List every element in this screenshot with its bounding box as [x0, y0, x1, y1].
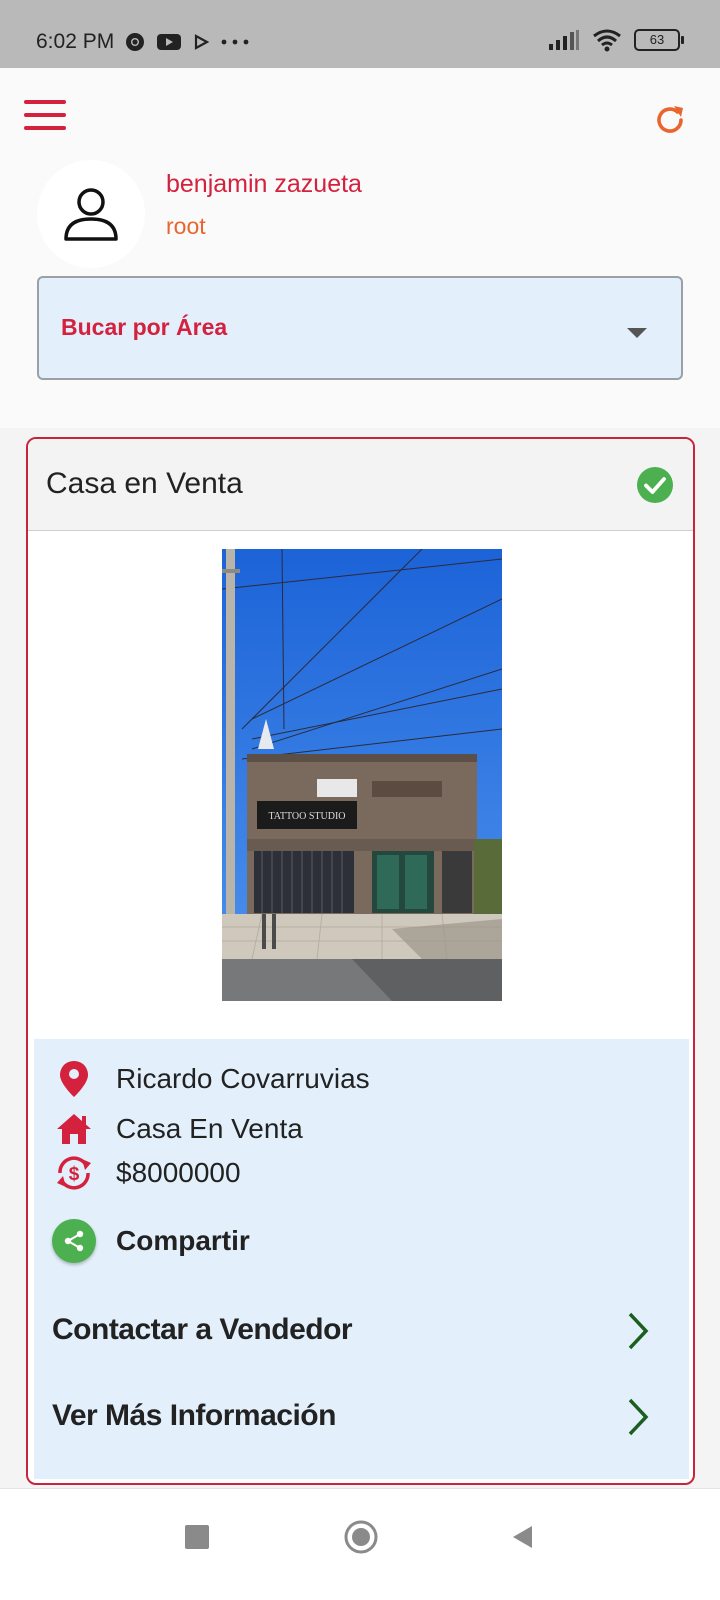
area-search-dropdown[interactable]: Bucar por Área [37, 276, 683, 380]
location-pin-icon [52, 1057, 96, 1101]
area-search-label: Bucar por Área [61, 314, 228, 340]
caret-down-icon [627, 328, 647, 338]
system-nav-bar [0, 1488, 720, 1600]
listing-card: Casa en Venta TATTOO STUDIO Ricardo Cova… [26, 437, 695, 1485]
user-name: benjamin zazueta [166, 170, 362, 198]
more-info-button[interactable]: Ver Más Información [52, 1387, 672, 1447]
listing-owner: Ricardo Covarruvias [116, 1063, 370, 1094]
more-dots-icon [221, 39, 249, 45]
share-button[interactable]: Compartir [52, 1219, 250, 1263]
svg-text:TATTOO STUDIO: TATTOO STUDIO [268, 811, 345, 822]
status-notification-icons [124, 31, 250, 53]
chevron-right-icon [628, 1312, 649, 1350]
listing-title: Casa en Venta [46, 467, 243, 500]
more-info-label: Ver Más Información [52, 1399, 336, 1432]
svg-text:$: $ [69, 1164, 80, 1185]
user-icon [64, 188, 118, 241]
chevron-right-icon [628, 1398, 649, 1436]
home-icon [52, 1107, 96, 1151]
avatar [37, 160, 145, 268]
listing-price: $8000000 [116, 1157, 241, 1188]
listing-card-header: Casa en Venta [28, 439, 693, 531]
signal-icon [549, 30, 579, 50]
listing-type: Casa En Venta [116, 1113, 303, 1144]
listing-info: Ricardo Covarruvias Casa En Venta $ $800… [34, 1039, 689, 1479]
profile-header: benjamin zazueta root Bucar por Área [0, 68, 720, 428]
status-time: 6:02 PM [36, 30, 115, 53]
type-row: Casa En Venta [52, 1107, 303, 1151]
back-triangle-icon[interactable] [510, 1524, 536, 1550]
share-icon-wrap [52, 1219, 96, 1263]
battery-icon: 63 [634, 29, 684, 51]
check-circle-icon [637, 467, 673, 503]
user-role: root [166, 213, 206, 239]
owner-row: Ricardo Covarruvias [52, 1057, 370, 1101]
status-system-icons: 63 [548, 28, 684, 52]
price-exchange-icon: $ [52, 1151, 96, 1195]
price-row: $ $8000000 [52, 1151, 241, 1195]
chrome-icon [126, 33, 144, 51]
share-icon [52, 1219, 96, 1263]
play-icon [194, 34, 210, 50]
contact-seller-button[interactable]: Contactar a Vendedor [52, 1301, 672, 1361]
contact-seller-label: Contactar a Vendedor [52, 1313, 353, 1346]
youtube-icon [157, 34, 181, 50]
refresh-icon[interactable] [652, 102, 688, 138]
recent-apps-icon[interactable] [185, 1525, 209, 1549]
home-circle-icon[interactable] [343, 1519, 379, 1555]
share-label: Compartir [116, 1225, 250, 1256]
status-bar: 6:02 PM 63 [0, 0, 720, 68]
property-photo[interactable]: TATTOO STUDIO [222, 549, 502, 1001]
hamburger-menu-icon[interactable] [24, 100, 66, 132]
wifi-icon [593, 29, 621, 52]
